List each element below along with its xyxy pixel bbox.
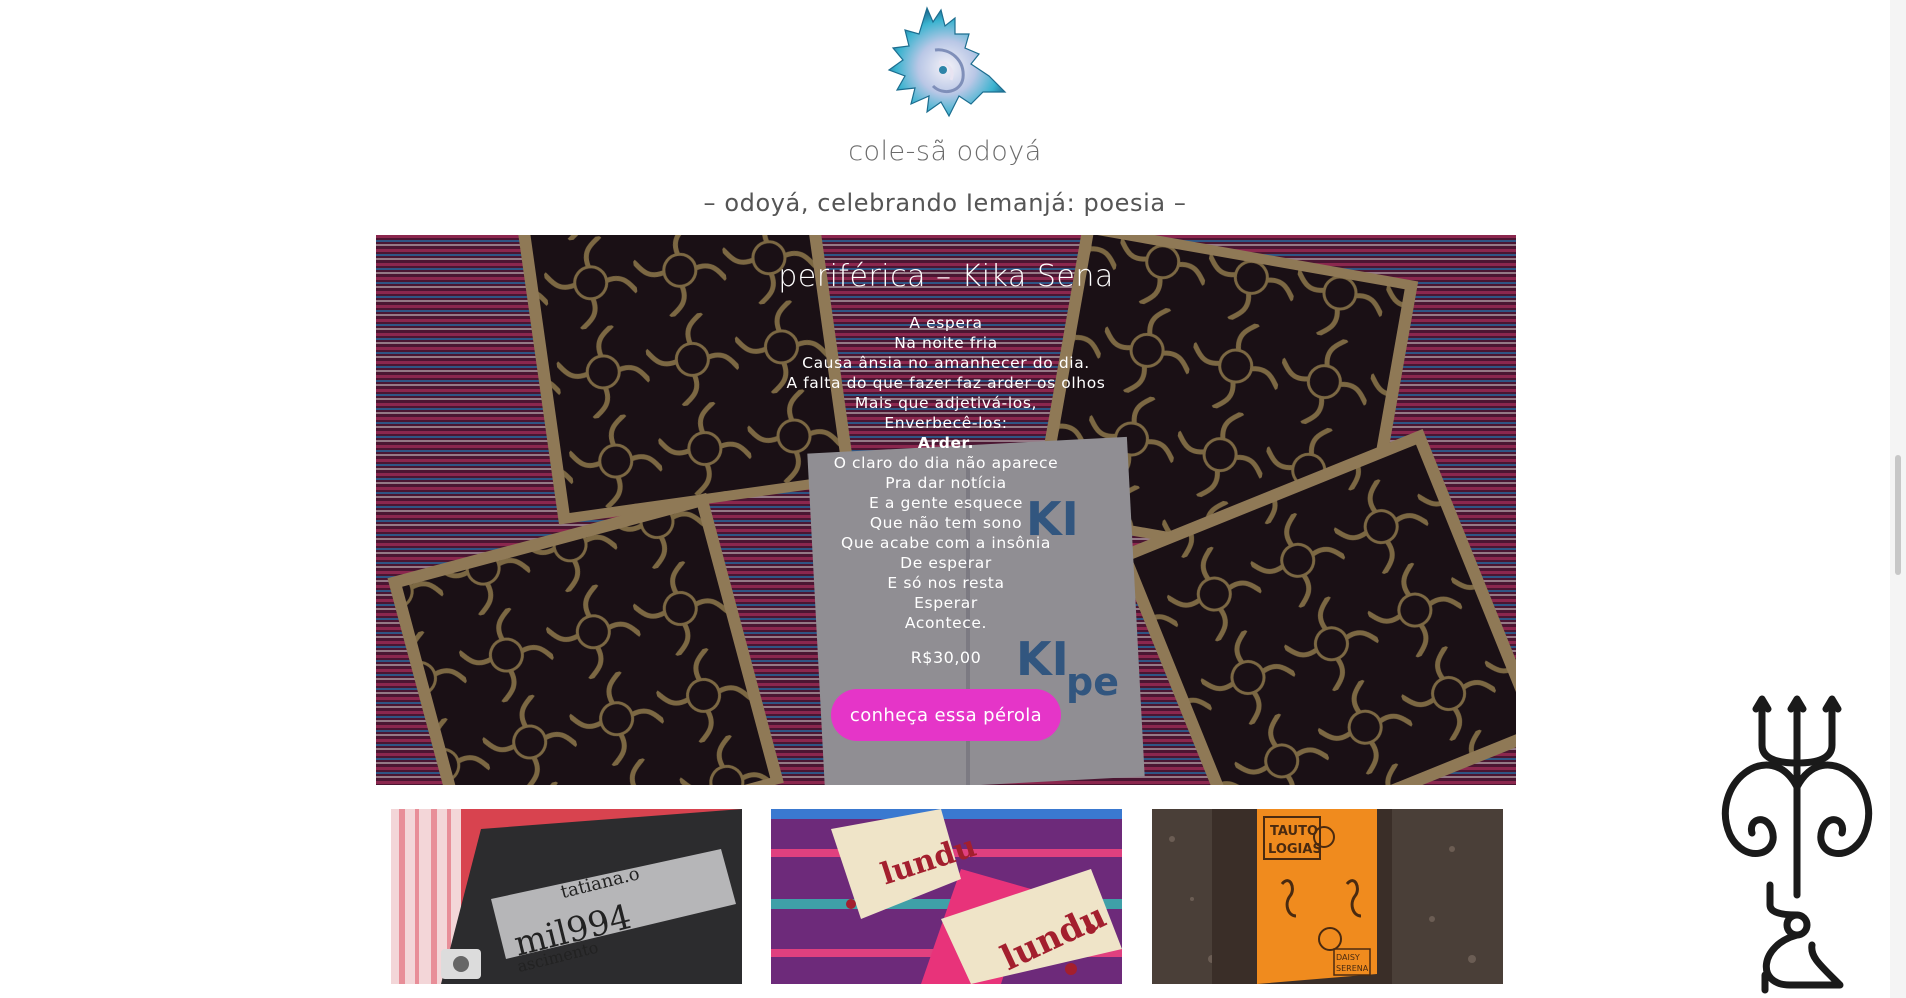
product-card-mil994[interactable]: mil994 tatiana.o ascimento xyxy=(391,809,742,984)
trident-ornament-icon xyxy=(1700,695,1895,995)
svg-text:TAUTO: TAUTO xyxy=(1270,824,1318,839)
product-image[interactable]: mil994 tatiana.o ascimento xyxy=(391,809,742,984)
poem-line: Mais que adjetivá-los, xyxy=(854,394,1038,412)
poem-line: Pra dar notícia xyxy=(885,474,1007,492)
page-scrollbar[interactable] xyxy=(1890,0,1906,998)
site-tagline: – odoyá, celebrando Iemanjá: poesia – xyxy=(703,189,1187,217)
poem-line: Que acabe com a insônia xyxy=(841,534,1051,552)
product-image[interactable]: lundu lundu xyxy=(771,809,1122,984)
product-image[interactable]: TAUTO LOGIAS DAISY SERENA xyxy=(1152,809,1503,984)
featured-product-hero: KI KI pe periférica – Kika Sena A espera… xyxy=(376,235,1516,785)
poem-line: Arder. xyxy=(917,434,975,452)
conch-shell-icon[interactable] xyxy=(875,0,1015,125)
featured-poem: A espera Na noite fria Causa ânsia no am… xyxy=(376,313,1516,633)
poem-line: De esperar xyxy=(900,554,992,572)
poem-line: Causa ânsia no amanhecer do dia. xyxy=(802,354,1090,372)
poem-line: O claro do dia não aparece xyxy=(833,454,1059,472)
poem-line: Que não tem sono xyxy=(869,514,1023,532)
poem-line: E a gente esquece xyxy=(869,494,1023,512)
poem-line: E só nos resta xyxy=(887,574,1005,592)
poem-line: Esperar xyxy=(914,594,978,612)
featured-title[interactable]: periférica – Kika Sena xyxy=(376,259,1516,294)
hero-content: periférica – Kika Sena A espera Na noite… xyxy=(376,235,1516,785)
poem-line: Acontece. xyxy=(904,614,988,632)
svg-text:LOGIAS: LOGIAS xyxy=(1268,842,1322,857)
svg-text:SERENA: SERENA xyxy=(1336,964,1369,973)
poem-line: Enverbecê-los: xyxy=(884,414,1008,432)
poem-line: A falta do que fazer faz arder os olhos xyxy=(786,374,1106,392)
poem-line: A espera xyxy=(909,314,983,332)
product-card-lundu[interactable]: lundu lundu xyxy=(771,809,1122,984)
site-title[interactable]: cole-sã odoyá xyxy=(0,136,1890,167)
page: cole-sã odoyá – odoyá, celebrando Iemanj… xyxy=(0,0,1906,998)
product-card-tautologias[interactable]: TAUTO LOGIAS DAISY SERENA xyxy=(1152,809,1503,984)
poem-line: Na noite fria xyxy=(894,334,998,352)
scrollbar-thumb[interactable] xyxy=(1895,455,1901,575)
discover-product-button[interactable]: conheça essa pérola xyxy=(831,689,1061,741)
svg-text:DAISY: DAISY xyxy=(1336,953,1360,962)
featured-price: R$30,00 xyxy=(910,648,982,667)
